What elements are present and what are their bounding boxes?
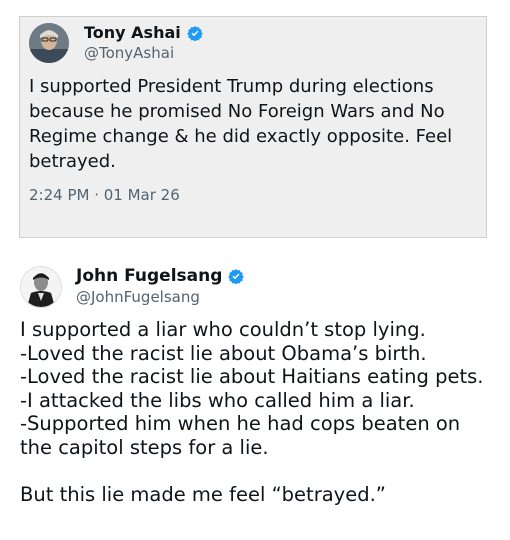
quoted-tweet-timestamp[interactable]: 2:24 PM · 01 Mar 26 (29, 186, 180, 204)
main-author-name-row[interactable]: John Fugelsang (76, 266, 245, 286)
verified-badge-icon (228, 269, 245, 284)
tweet-line: -Loved the racist lie about Obama’s birt… (20, 341, 427, 365)
tony-ashai-avatar[interactable] (29, 23, 69, 63)
tweet-line: -Supported him when he had cops beaten o… (20, 412, 461, 435)
tweet-line: -Loved the racist lie about Haitians eat… (20, 365, 484, 388)
quoted-author-name-row[interactable]: Tony Ashai (84, 23, 203, 42)
tweet-line: I supported a liar who couldn’t stop lyi… (20, 318, 426, 341)
verified-badge-icon (187, 25, 203, 41)
tweet-line: -I attacked the libs who called him a li… (20, 388, 415, 412)
tweet-line: the capitol steps for a lie. (20, 435, 269, 459)
quoted-author-handle[interactable]: @TonyAshai (84, 44, 174, 62)
quoted-author-name[interactable]: Tony Ashai (84, 23, 181, 42)
main-author-name[interactable]: John Fugelsang (76, 266, 222, 286)
john-fugelsang-avatar[interactable] (20, 266, 62, 308)
main-author-handle[interactable]: @JohnFugelsang (76, 288, 200, 306)
tweet-closing-line: But this lie made me feel “betrayed.” (20, 482, 386, 506)
main-tweet-text: I supported a liar who couldn’t stop lyi… (20, 318, 500, 506)
quoted-tweet-text: I supported President Trump during elect… (29, 76, 453, 172)
